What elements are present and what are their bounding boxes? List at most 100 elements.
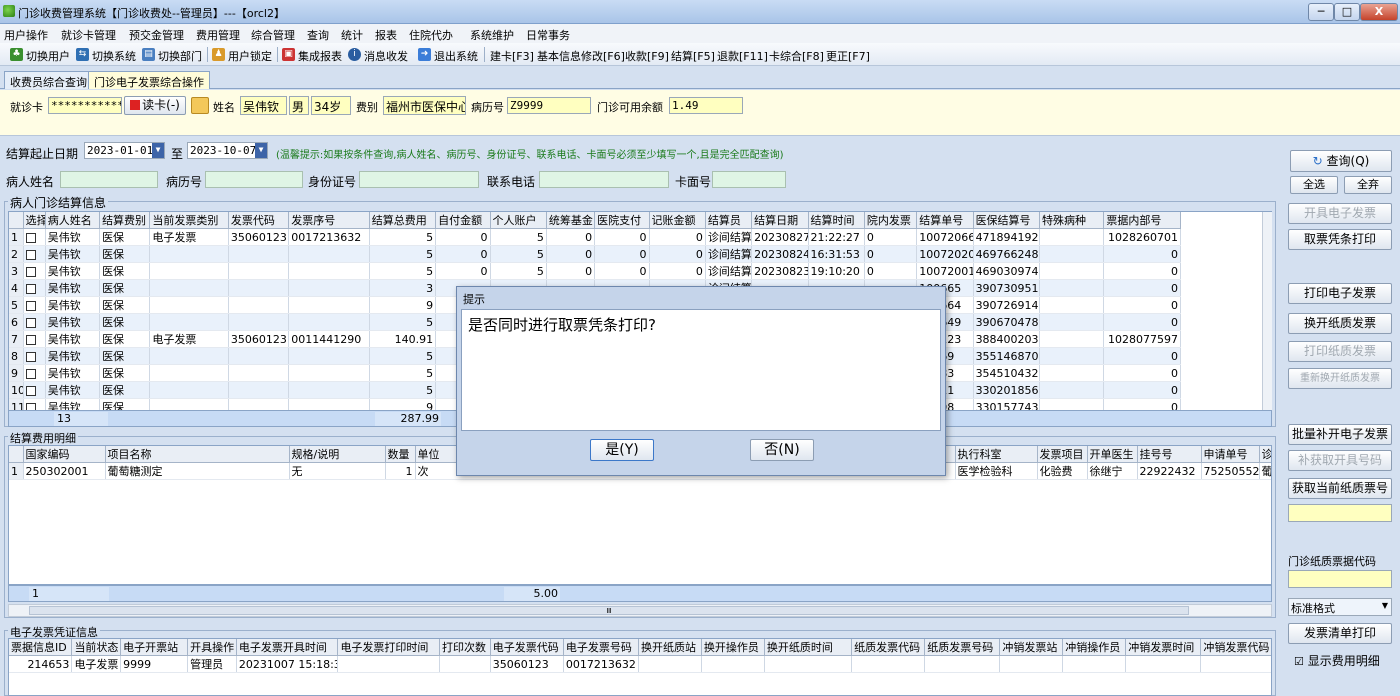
invoice-row[interactable]: 214653 电子发票 9999 管理员 20231007 15:18:3 3506012… — [9, 655, 1271, 673]
no-button[interactable]: 否(N) — [750, 439, 814, 461]
collect-button[interactable]: 收款[F9] — [625, 48, 669, 64]
col-header[interactable]: 票据信息ID — [9, 639, 73, 656]
col-header[interactable]: 结算日期 — [751, 212, 809, 229]
select-checkbox[interactable] — [23, 381, 46, 399]
checkbox-icon[interactable] — [25, 368, 36, 379]
col-header[interactable]: 电子发票开具时间 — [236, 639, 339, 656]
user-lock-button[interactable]: 用户锁定 — [228, 48, 272, 64]
checkbox-icon[interactable] — [25, 385, 36, 396]
col-header[interactable]: 结算员 — [705, 212, 753, 229]
select-checkbox[interactable] — [23, 330, 46, 348]
switch-dept-button[interactable]: 切换部门 — [158, 48, 202, 64]
mrn-field[interactable]: Z9999 — [507, 97, 591, 114]
col-header[interactable]: 电子发票代码 — [490, 639, 564, 656]
col-header[interactable]: 当前状态 — [71, 639, 122, 656]
col-header[interactable]: 换开纸质时间 — [764, 639, 853, 656]
print-list-button[interactable]: 发票清单打印 — [1288, 623, 1392, 644]
col-header[interactable]: 自付金额 — [435, 212, 491, 229]
menu-stats[interactable]: 统计 — [341, 27, 363, 43]
col-header[interactable]: 打印次数 — [439, 639, 491, 656]
col-header[interactable]: 项目名称 — [105, 446, 290, 463]
col-header[interactable]: 诊疗项 — [1259, 446, 1271, 463]
select-checkbox[interactable] — [23, 296, 46, 314]
col-header[interactable]: 记账金额 — [649, 212, 706, 229]
col-header[interactable]: 票据内部号 — [1103, 212, 1181, 229]
id-input[interactable] — [359, 171, 479, 188]
create-card-button[interactable]: 建卡[F3] — [490, 48, 534, 64]
fetch-number-button[interactable]: 补获取开具号码 — [1288, 450, 1392, 471]
print-e-invoice-button[interactable]: 打印电子发票 — [1288, 283, 1392, 304]
col-header[interactable]: 结算单号 — [916, 212, 974, 229]
format-select[interactable]: 标准格式 ▼ — [1288, 598, 1392, 616]
col-header[interactable]: 数量 — [385, 446, 416, 463]
close-button[interactable]: X — [1360, 3, 1398, 21]
swap-paper-button[interactable]: 换开纸质发票 — [1288, 313, 1392, 334]
col-header[interactable]: 换开操作员 — [701, 639, 765, 656]
checkbox-icon[interactable] — [25, 283, 36, 294]
col-header[interactable]: 规格/说明 — [289, 446, 386, 463]
col-header[interactable]: 电子开票站 — [120, 639, 189, 656]
patient-name-input[interactable] — [60, 171, 158, 188]
col-header[interactable]: 发票项目 — [1037, 446, 1088, 463]
col-header[interactable]: 发票序号 — [288, 212, 370, 229]
print-slip-button[interactable]: 取票凭条打印 — [1288, 229, 1392, 250]
col-header[interactable]: 开具操作 — [187, 639, 237, 656]
col-header[interactable]: 个人账户 — [490, 212, 547, 229]
select-checkbox[interactable] — [23, 245, 46, 263]
card-field[interactable]: *********** — [48, 97, 122, 114]
col-header[interactable]: 冲销发票代码 — [1200, 639, 1271, 656]
select-checkbox[interactable] — [23, 262, 46, 280]
get-paper-number-button[interactable]: 获取当前纸质票号 — [1288, 478, 1392, 499]
paper-code-field[interactable] — [1288, 570, 1392, 588]
menu-prepay[interactable]: 预交金管理 — [129, 27, 184, 43]
col-header[interactable]: 开单医生 — [1087, 446, 1138, 463]
checkbox-icon[interactable] — [25, 334, 36, 345]
age-field[interactable]: 34岁 — [311, 96, 351, 115]
invoice-grid[interactable]: 票据信息ID 当前状态 电子开票站 开具操作 电子发票开具时间 电子发票打印时间 打印次数电… — [8, 638, 1272, 696]
select-checkbox[interactable] — [23, 313, 46, 331]
settle-button[interactable]: 结算[F5] — [671, 48, 715, 64]
table-row[interactable]: 2 吴伟钦 医保 5 0 5 0 0 0 诊间结算 20230824 16:31:53 0 1007202… — [9, 245, 1181, 263]
message-button[interactable]: 消息收发 — [364, 48, 408, 64]
read-card-button[interactable]: 读卡(-) — [124, 96, 186, 115]
reswap-paper-button[interactable]: 重新换开纸质发票 — [1288, 368, 1392, 389]
integrated-report-button[interactable]: 集成报表 — [298, 48, 342, 64]
menu-system[interactable]: 系统维护 — [470, 27, 514, 43]
tab-cashier-query[interactable]: 收费员综合查询 — [4, 71, 93, 89]
select-checkbox[interactable] — [23, 364, 46, 382]
minimize-button[interactable]: ─ — [1308, 3, 1334, 21]
col-header[interactable]: 纸质发票代码 — [851, 639, 926, 656]
correct-button[interactable]: 更正[F7] — [826, 48, 870, 64]
col-header[interactable]: 申请单号 — [1201, 446, 1260, 463]
menu-report[interactable]: 报表 — [375, 27, 397, 43]
menu-fee[interactable]: 费用管理 — [196, 27, 240, 43]
checkbox-icon[interactable] — [25, 300, 36, 311]
checkbox-icon[interactable] — [25, 317, 36, 328]
col-header[interactable]: 病人姓名 — [45, 212, 101, 229]
col-header[interactable]: 挂号号 — [1137, 446, 1202, 463]
maximize-button[interactable]: □ — [1334, 3, 1360, 21]
col-header[interactable]: 当前发票类别 — [149, 212, 229, 229]
card-no-input[interactable] — [712, 171, 786, 188]
name-field[interactable]: 吴伟钦 — [240, 96, 287, 115]
col-header[interactable]: 纸质发票号码 — [924, 639, 1001, 656]
sex-field[interactable]: 男 — [289, 96, 309, 115]
col-header[interactable]: 特殊病种 — [1039, 212, 1105, 229]
col-header[interactable]: 医院支付 — [594, 212, 650, 229]
switch-system-button[interactable]: 切换系统 — [92, 48, 136, 64]
col-header[interactable]: 冲销发票站 — [999, 639, 1064, 656]
col-header[interactable]: 发票代码 — [228, 212, 290, 229]
menu-user[interactable]: 用户操作 — [4, 27, 48, 43]
open-e-invoice-button[interactable]: 开具电子发票 — [1288, 203, 1392, 224]
col-header[interactable]: 换开纸质站 — [638, 639, 702, 656]
col-header[interactable]: 选择 — [23, 212, 46, 229]
col-header[interactable]: 冲销发票时间 — [1125, 639, 1202, 656]
col-header[interactable]: 冲销操作员 — [1062, 639, 1127, 656]
edit-info-button[interactable]: 基本信息修改[F6] — [537, 48, 625, 64]
checkbox-icon[interactable] — [25, 249, 36, 260]
select-checkbox[interactable] — [23, 279, 46, 297]
col-header[interactable]: 医保结算号 — [973, 212, 1040, 229]
query-button[interactable]: ↻ 查询(Q) — [1290, 150, 1392, 172]
table-row[interactable]: 1 吴伟钦 医保 电子发票 35060123 0017213632 5 0 5 0 0 0 诊间结算 20… — [9, 228, 1181, 246]
table-row[interactable]: 3 吴伟钦 医保 5 0 5 0 0 0 诊间结算 20230823 19:10:20 0 1007200… — [9, 262, 1181, 280]
